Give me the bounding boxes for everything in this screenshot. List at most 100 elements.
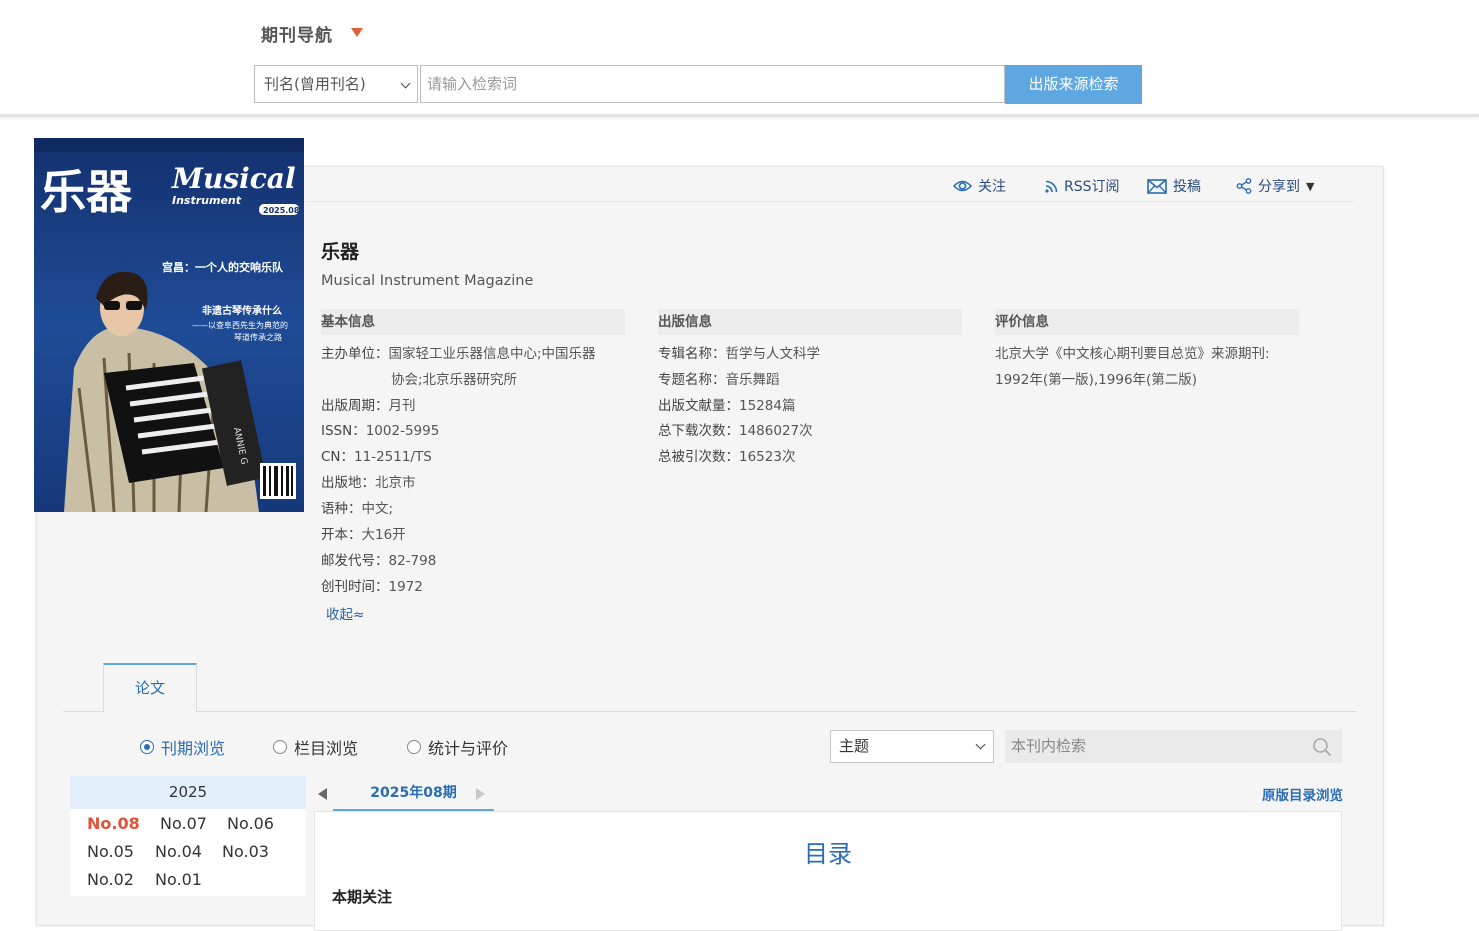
search-field-value: 刊名(曾用刊名) — [264, 75, 366, 93]
search-field-select[interactable]: 刊名(曾用刊名) — [254, 65, 418, 103]
basic-info-heading: 基本信息 — [321, 309, 625, 335]
evaluation-info-heading: 评价信息 — [995, 309, 1299, 335]
share-label: 分享到 — [1258, 179, 1300, 195]
postal-code-row: 邮发代号：82-798 — [321, 548, 436, 574]
share-button[interactable]: 分享到 ▼ — [1236, 176, 1314, 196]
album-value: 哲学与人文科学 — [725, 346, 821, 362]
radio-dot-icon — [407, 740, 421, 754]
sponsor-value: 国家轻工业乐器信息中心;中国乐器 — [388, 346, 596, 362]
search-header: 期刊导航 刊名(曾用刊名) 请输入检索词 出版来源检索 — [0, 0, 1479, 117]
journal-nav-title[interactable]: 期刊导航 — [261, 21, 333, 46]
chevron-down-icon — [975, 739, 986, 750]
issn-label: ISSN： — [321, 423, 366, 439]
toc-section-heading: 本期关注 — [332, 888, 393, 906]
rss-button[interactable]: RSS订阅 — [1045, 176, 1120, 196]
postal-code-label: 邮发代号： — [321, 553, 389, 569]
radio-stats-browse[interactable]: 统计与评价 — [407, 735, 508, 759]
publishing-info-heading: 出版信息 — [658, 309, 962, 335]
postal-code-value: 82-798 — [388, 553, 437, 569]
cn-value: 11-2511/TS — [354, 449, 432, 465]
cover-title-en-2: Instrument — [172, 194, 242, 207]
format-row: 开本：大16开 — [321, 522, 406, 548]
submit-manuscript-button[interactable]: 投稿 — [1147, 176, 1201, 196]
eye-icon — [953, 180, 972, 192]
source-search-button[interactable]: 出版来源检索 — [1005, 65, 1142, 104]
place-value: 北京市 — [375, 475, 416, 491]
prev-issue-arrow-icon[interactable] — [318, 788, 327, 800]
downloads-row: 总下载次数：1486027次 — [658, 418, 813, 444]
cn-row: CN：11-2511/TS — [321, 444, 432, 470]
founded-row: 创刊时间：1972 — [321, 574, 423, 600]
search-icon[interactable] — [1312, 737, 1332, 757]
citations-row: 总被引次数：16523次 — [658, 444, 795, 470]
issue-link[interactable]: No.04 — [155, 842, 202, 861]
issn-row: ISSN：1002-5995 — [321, 418, 439, 444]
issue-link[interactable]: No.07 — [160, 814, 207, 833]
format-label: 开本： — [321, 527, 362, 543]
period-value: 月刊 — [388, 398, 416, 414]
cover-art: ANNIE G 乐器 Musical Instrument 2025.08 宫昌… — [34, 138, 304, 512]
topic-value: 音乐舞蹈 — [725, 372, 780, 388]
action-toolbar: 关注 RSS订阅 投稿 分享到 ▼ — [305, 167, 1355, 202]
tab-paper[interactable]: 论文 — [103, 663, 197, 712]
year-issue-list: 2025 No.08 No.07 No.06 No.05 No.04 No.03… — [70, 776, 306, 896]
table-of-contents: 目录 本期关注 — [314, 811, 1342, 931]
issue-link[interactable]: No.06 — [227, 814, 274, 833]
inner-search-placeholder: 本刊内检索 — [1011, 737, 1087, 755]
downloads-label: 总下载次数： — [658, 423, 739, 439]
language-value: 中文; — [361, 501, 394, 517]
journal-cover-image[interactable]: ANNIE G 乐器 Musical Instrument 2025.08 宫昌… — [34, 138, 304, 512]
period-row: 出版周期：月刊 — [321, 393, 416, 419]
follow-button[interactable]: 关注 — [953, 176, 1006, 196]
rss-label: RSS订阅 — [1064, 179, 1120, 195]
language-label: 语种： — [321, 501, 362, 517]
sponsor-row: 主办单位：国家轻工业乐器信息中心;中国乐器 — [321, 341, 596, 367]
chevron-down-icon — [400, 78, 411, 89]
cover-issue: 2025.08 — [263, 206, 300, 215]
citations-value: 16523次 — [739, 449, 796, 465]
collapse-link[interactable]: 收起≈ — [326, 603, 364, 623]
topic-row: 专题名称：音乐舞蹈 — [658, 367, 780, 393]
cover-headline-2: 非遗古琴传承什么 — [202, 304, 282, 317]
original-toc-link[interactable]: 原版目录浏览 — [1262, 784, 1343, 804]
issue-link[interactable]: No.01 — [155, 870, 202, 889]
radio-dot-icon — [273, 740, 287, 754]
album-label: 专辑名称： — [658, 346, 726, 362]
issue-link[interactable]: No.03 — [222, 842, 269, 861]
search-input[interactable]: 请输入检索词 — [420, 65, 1005, 103]
period-label: 出版周期： — [321, 398, 389, 414]
cover-headline-3: ——以查阜西先生为典范的 — [192, 320, 288, 330]
issue-link[interactable]: No.02 — [87, 870, 134, 889]
current-issue-tab[interactable]: 2025年08期 — [333, 779, 494, 811]
caret-down-icon: ▼ — [1306, 179, 1315, 193]
sponsor-label: 主办单位： — [321, 346, 389, 362]
journal-inner-search-input[interactable]: 本刊内检索 — [1005, 730, 1342, 763]
article-count-value: 15284篇 — [739, 398, 796, 414]
radio-issue-browse-label: 刊期浏览 — [161, 739, 226, 758]
cover-headline-4: 琴道传承之路 — [234, 332, 282, 342]
share-icon — [1236, 178, 1252, 194]
toc-title: 目录 — [804, 840, 852, 868]
radio-dot-icon — [140, 740, 154, 754]
cn-label: CN： — [321, 449, 355, 465]
issue-link[interactable]: No.08 — [87, 814, 140, 833]
place-row: 出版地：北京市 — [321, 470, 416, 496]
year-heading[interactable]: 2025 — [70, 776, 306, 809]
radio-issue-browse[interactable]: 刊期浏览 — [140, 735, 225, 759]
issue-link[interactable]: No.05 — [87, 842, 134, 861]
album-row: 专辑名称：哲学与人文科学 — [658, 341, 820, 367]
caret-down-icon[interactable] — [351, 28, 363, 37]
radio-column-browse[interactable]: 栏目浏览 — [273, 735, 358, 759]
field-select[interactable]: 主题 — [830, 730, 994, 763]
next-issue-arrow-icon[interactable] — [476, 788, 485, 800]
rss-icon — [1045, 180, 1058, 193]
submit-label: 投稿 — [1173, 179, 1201, 195]
place-label: 出版地： — [321, 475, 375, 491]
language-row: 语种：中文; — [321, 496, 393, 522]
article-count-row: 出版文献量：15284篇 — [658, 393, 795, 419]
mail-icon — [1147, 178, 1167, 194]
follow-label: 关注 — [978, 179, 1006, 195]
format-value: 大16开 — [361, 527, 406, 543]
journal-english-title: Musical Instrument Magazine — [321, 273, 534, 289]
cover-title-cn: 乐器 — [40, 165, 133, 219]
